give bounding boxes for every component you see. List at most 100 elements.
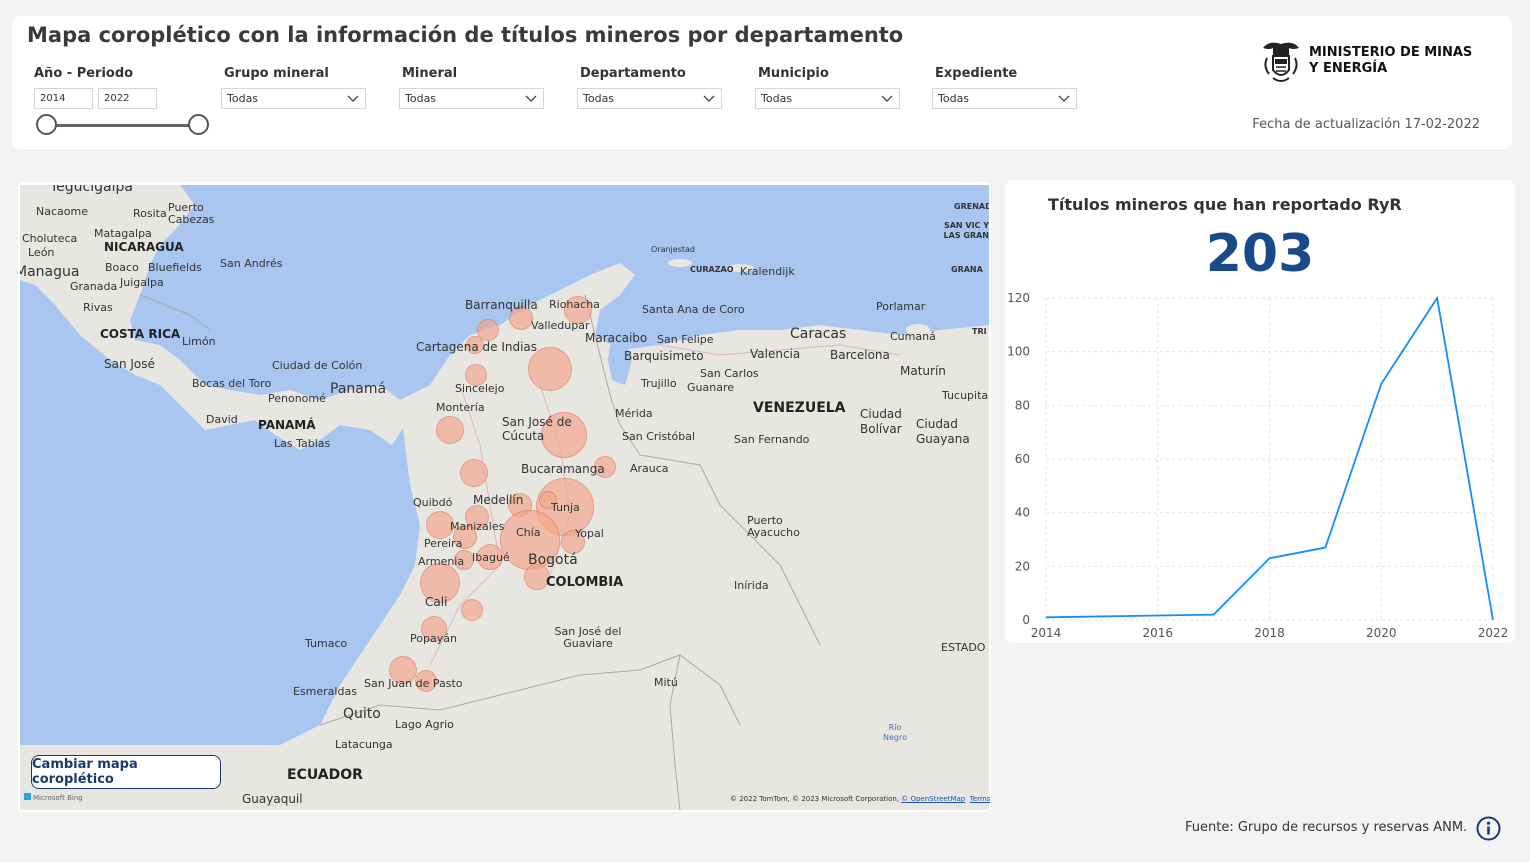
map-label: Armenia	[418, 555, 465, 568]
chart-card: Títulos mineros que han reportado RyR 20…	[1005, 180, 1515, 643]
map-label: San José del Guaviare	[554, 625, 622, 650]
period-to-input[interactable]: 2022	[98, 88, 157, 109]
map-label: San Juan de Pasto	[364, 677, 463, 690]
map-label: Tucupita	[942, 389, 989, 402]
map-label: Penonomé	[268, 392, 326, 405]
mineral-value: Todas	[405, 92, 437, 105]
map-label: Bocas del Toro	[192, 377, 272, 390]
map-label: Valencia	[750, 347, 801, 361]
map-label: Oranjestad	[651, 245, 695, 254]
attribution-text: © 2022 TomTom, © 2023 Microsoft Corporat…	[730, 795, 900, 803]
grupo-filter: Grupo mineral Todas	[221, 66, 366, 109]
map-area[interactable]: Tegucigalpa Nacaome Rosita Puerto Cabeza…	[20, 185, 989, 810]
period-filter: Año - Periodo	[34, 66, 133, 81]
departamento-label: Departamento	[580, 66, 686, 81]
map-label: Granada	[70, 280, 118, 293]
period-from-input[interactable]: 2014	[34, 88, 93, 109]
map-label: Bogotá	[528, 552, 578, 568]
map-label: Sincelejo	[455, 382, 505, 395]
map-label: David	[206, 413, 238, 426]
period-slider-end-handle[interactable]	[188, 114, 209, 135]
info-icon[interactable]	[1476, 816, 1501, 841]
map-label: Popayán	[410, 632, 457, 645]
map-label: TRI	[972, 327, 987, 336]
map-label: Valledupar	[531, 319, 590, 332]
expediente-dropdown[interactable]: Todas	[932, 88, 1077, 109]
map-bubble[interactable]	[436, 416, 464, 444]
x-tick-label: 2018	[1254, 626, 1285, 640]
chevron-down-icon	[1058, 95, 1070, 102]
bing-icon	[24, 793, 31, 800]
y-tick-label: 120	[1007, 291, 1030, 305]
map-label: COLOMBIA	[546, 575, 624, 590]
grupo-dropdown[interactable]: Todas	[221, 88, 366, 109]
map-bubble[interactable]	[461, 599, 483, 621]
line-chart[interactable]: 0 20 40 60 80 100 120 2014 2016 2018 2020 2022	[1005, 180, 1515, 643]
map-label: Yopal	[575, 527, 604, 540]
map-label: Tegucigalpa	[50, 185, 133, 195]
period-slider-track[interactable]	[46, 124, 198, 127]
x-tick-label: 2014	[1031, 626, 1062, 640]
ministry-logo: MINISTERIO DE MINAS Y ENERGÍA	[1259, 38, 1472, 88]
departamento-dropdown[interactable]: Todas	[577, 88, 722, 109]
map-label: Latacunga	[335, 738, 393, 751]
map-label: Mitú	[654, 676, 678, 689]
y-tick-label: 80	[1015, 398, 1030, 412]
map-label: Santa Ana de Coro	[642, 303, 745, 316]
expediente-filter: Expediente Todas	[932, 66, 1077, 109]
map-label: GRENADA	[954, 202, 989, 211]
departamento-value: Todas	[583, 92, 615, 105]
map-label: San José de Cúcuta	[502, 415, 572, 443]
grupo-value: Todas	[227, 92, 259, 105]
municipio-filter: Municipio Todas	[755, 66, 900, 109]
map-label: Río Negro	[883, 723, 907, 742]
map-bubble[interactable]	[460, 459, 488, 487]
map-label: Barranquilla	[465, 298, 538, 312]
terms-link[interactable]: Terms	[970, 795, 991, 803]
page-title: Mapa coroplético con la información de t…	[27, 23, 904, 47]
y-tick-label: 60	[1015, 452, 1030, 466]
map-label: Chía	[516, 526, 541, 539]
map-label: Ibagué	[472, 551, 510, 564]
source-note: Fuente: Grupo de recursos y reservas ANM…	[1185, 820, 1468, 835]
map-label: Tunja	[551, 501, 580, 514]
chevron-down-icon	[703, 95, 715, 102]
map-label: Ciudad Guayana	[916, 417, 970, 446]
map-label: Bluefields	[148, 261, 202, 274]
chevron-down-icon	[525, 95, 537, 102]
map-label: SAN VIC Y LAS GRAN	[943, 221, 989, 240]
map-label: COSTA RICA	[100, 327, 181, 341]
expediente-value: Todas	[938, 92, 970, 105]
mineral-dropdown[interactable]: Todas	[399, 88, 544, 109]
ministry-name-line1: MINISTERIO DE MINAS	[1309, 45, 1473, 60]
map-label: Rivas	[83, 301, 113, 314]
municipio-value: Todas	[761, 92, 793, 105]
map-label: Puerto Ayacucho	[747, 514, 800, 539]
osm-link[interactable]: © OpenStreetMap	[901, 795, 965, 803]
map-label: Guanare	[687, 381, 734, 394]
map-label: San Andrés	[220, 257, 283, 270]
x-tick-label: 2016	[1142, 626, 1173, 640]
municipio-dropdown[interactable]: Todas	[755, 88, 900, 109]
switch-choropleth-button[interactable]: Cambiar mapa coroplético	[31, 755, 221, 789]
map-label: Trujillo	[641, 377, 677, 390]
chevron-down-icon	[881, 95, 893, 102]
ministry-name-line2: Y ENERGÍA	[1309, 61, 1388, 76]
map-label: San Carlos	[700, 367, 759, 380]
map-label: Caracas	[790, 326, 847, 342]
map-label: Matagalpa	[94, 227, 152, 240]
ministry-name: MINISTERIO DE MINAS Y ENERGÍA	[1309, 45, 1472, 77]
period-slider-start-handle[interactable]	[36, 114, 57, 135]
x-tick-label: 2020	[1366, 626, 1397, 640]
map-label: ECUADOR	[287, 767, 363, 783]
map-label: Ciudad Bolívar	[860, 407, 902, 436]
grupo-label: Grupo mineral	[224, 66, 329, 81]
mineral-filter: Mineral Todas	[399, 66, 544, 109]
period-label: Año - Periodo	[34, 66, 134, 81]
map-label: Juigalpa	[120, 276, 164, 289]
map-label: San Fernando	[734, 433, 810, 446]
map-label: San Cristóbal	[622, 430, 696, 443]
map-label: Puerto Cabezas	[168, 201, 215, 226]
header-card: Mapa coroplético con la información de t…	[12, 16, 1512, 149]
map-label: León	[28, 246, 55, 259]
